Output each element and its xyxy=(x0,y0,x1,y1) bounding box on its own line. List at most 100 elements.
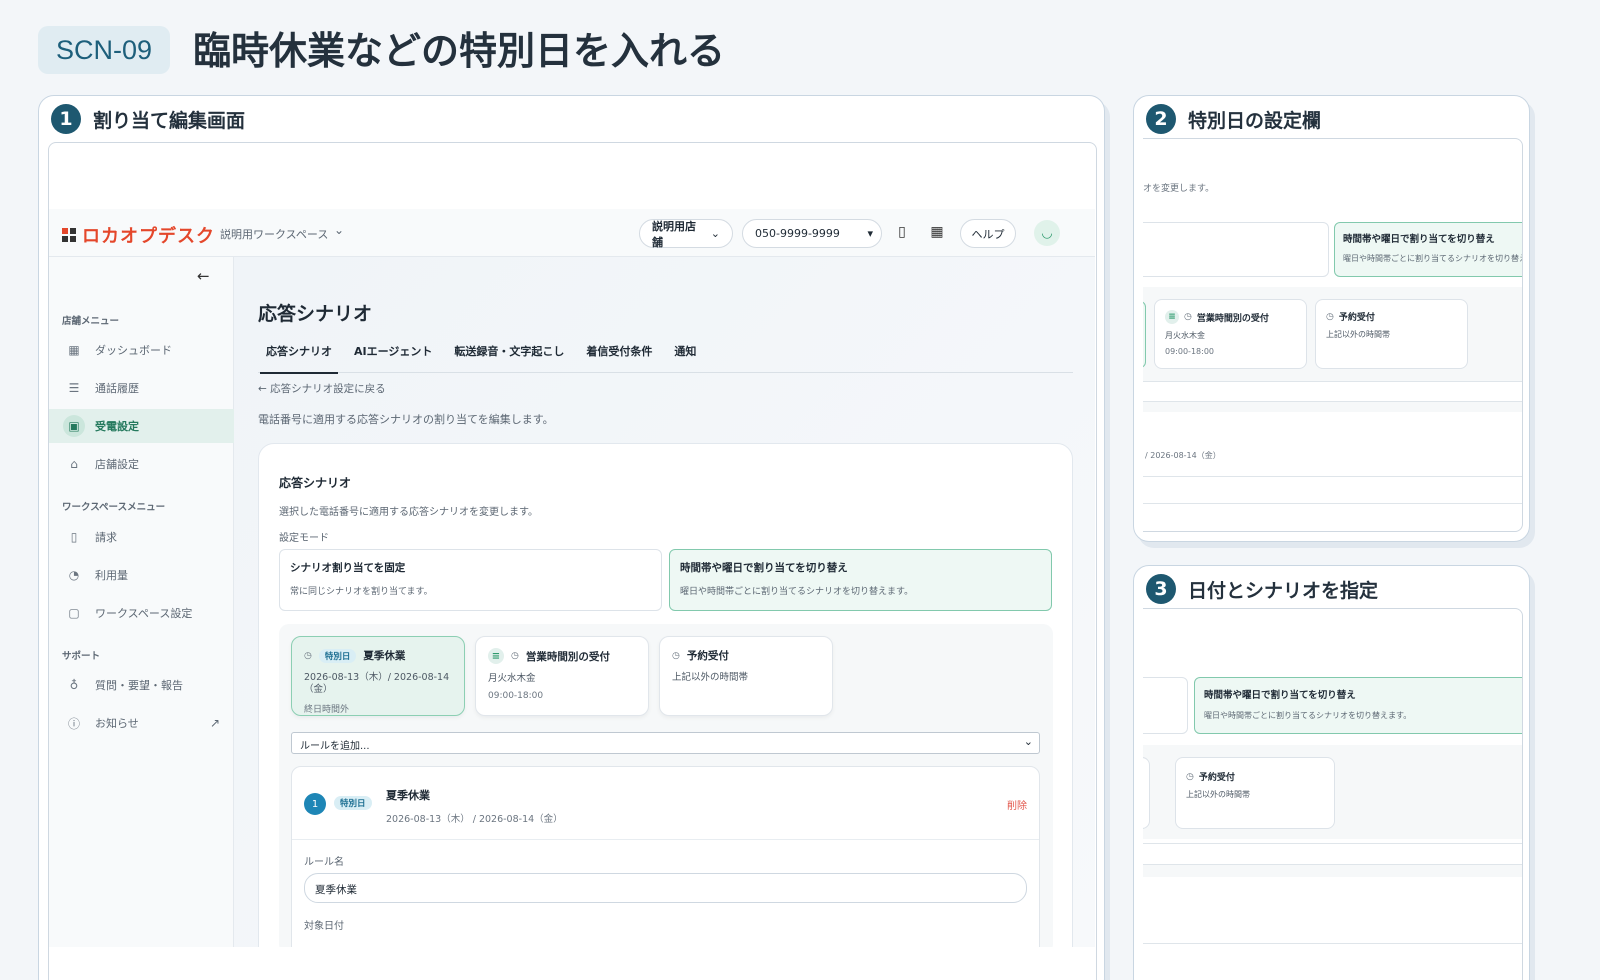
panel-edit-screen: 1 割り当て編集画面 ロカオプデスク 説明用ワークスペース ⌄ 説明用店舗 ⌄ … xyxy=(38,95,1105,980)
workspace-name[interactable]: 説明用ワークスペース xyxy=(220,226,328,242)
mode-title: 時間帯や曜日で割り当てを切り替え xyxy=(680,562,848,574)
rule-card-special-day-edge[interactable] xyxy=(1143,301,1146,368)
chevron-down-icon[interactable]: ⌄ xyxy=(334,223,344,237)
tab-notifications[interactable]: 通知 xyxy=(674,343,696,373)
panel-header: 3 日付とシナリオを指定 xyxy=(1146,574,1378,604)
logo-mark-icon xyxy=(62,228,76,242)
card-title: 応答シナリオ xyxy=(279,476,352,490)
rule-card-special-day[interactable]: ◷ 特別日 夏季休業 2026-08-13（木）/ 2026-08-14（金） … xyxy=(291,636,465,716)
tab-conditions[interactable]: 着信受付条件 xyxy=(586,343,652,373)
drag-handle-icon[interactable]: ≡ xyxy=(488,648,504,664)
special-day-badge: 特別日 xyxy=(318,648,357,663)
rule-title: 予約受付 xyxy=(1198,773,1235,783)
qr-code-icon[interactable]: ▦ xyxy=(928,224,946,242)
drag-handle-icon[interactable]: ≡ xyxy=(1165,310,1179,324)
rule-name-input[interactable]: 夏季休業 xyxy=(304,873,1027,903)
tab-ai-agent[interactable]: AIエージェント xyxy=(354,343,432,373)
divider xyxy=(1143,381,1522,382)
store-icon: ⌂ xyxy=(70,457,78,471)
sidebar-item-store-settings[interactable]: ⌂ 店舗設定 xyxy=(49,447,234,481)
rule-days: 上記以外の時間帯 xyxy=(672,672,749,683)
back-link[interactable]: ← 応答シナリオ設定に戻る xyxy=(258,381,386,396)
panel-header: 2 特別日の設定欄 xyxy=(1146,104,1321,134)
rule-detail-card: 1 特別日 夏季休業 2026-08-13（木） / 2026-08-14（金）… xyxy=(291,766,1040,947)
sidebar-item-news[interactable]: ⓘ お知らせ ↗ xyxy=(49,706,234,740)
robot-icon: ▣ xyxy=(63,415,85,437)
rule-card-business-hours[interactable]: ≡ ◷ 営業時間別の受付 月火水木金 09:00-18:00 xyxy=(475,636,649,716)
info-icon: ⓘ xyxy=(67,716,80,731)
sidebar-item-usage[interactable]: ◔ 利用量 xyxy=(49,558,234,592)
sidebar-item-feedback[interactable]: ♁ 質問・要望・報告 xyxy=(49,668,234,702)
caret-down-icon: ▾ xyxy=(867,227,873,240)
mode-option-fixed[interactable] xyxy=(1143,222,1329,277)
help-button[interactable]: ヘルプ xyxy=(960,219,1016,248)
mode-description: 曜日や時間帯ごとに割り当てるシナリオを切り替えます。 xyxy=(1204,711,1412,720)
chevron-down-icon: ⌄ xyxy=(1023,735,1033,748)
sidebar: ← 店舗メニュー ▦ ダッシュボード ☰ 通話履歴 ▣ 受電設定 ⌂ 店舗設定 … xyxy=(49,257,234,947)
sidebar-item-billing[interactable]: ▯ 請求 xyxy=(49,520,234,554)
rule-card-edge[interactable] xyxy=(1143,757,1150,829)
main-content: 応答シナリオ 応答シナリオ AIエージェント 転送録音・文字起こし 着信受付条件… xyxy=(234,257,1095,947)
panel-header: 1 割り当て編集画面 xyxy=(51,104,245,134)
clipboard-icon[interactable]: ▯ xyxy=(893,224,911,242)
rule-title: 営業時間別の受付 xyxy=(525,650,610,663)
store-select[interactable]: 説明用店舗 ⌄ xyxy=(639,219,733,249)
rule-days: 月火水木金 xyxy=(488,673,536,684)
sidebar-section-store: 店舗メニュー xyxy=(62,316,120,327)
mode-option-switch[interactable]: 時間帯や曜日で割り当てを切り替え 曜日や時間帯ごとに割り当てるシナリオを切り替え… xyxy=(1194,677,1522,734)
sidebar-item-label: 受電設定 xyxy=(95,420,139,433)
sidebar-item-label: 請求 xyxy=(95,531,117,544)
rule-time: 09:00-18:00 xyxy=(488,690,544,701)
mode-option-fixed[interactable]: シナリオ割り当てを固定 常に同じシナリオを割り当てます。 xyxy=(279,549,662,611)
phone-select[interactable]: 050-9999-9999 ▾ xyxy=(742,219,882,248)
special-day-badge: 特別日 xyxy=(334,796,372,810)
tab-scenario[interactable]: 応答シナリオ xyxy=(260,343,338,374)
step-number: 2 xyxy=(1146,104,1176,134)
tab-recording[interactable]: 転送録音・文字起こし xyxy=(454,343,564,373)
sidebar-item-label: 通話履歴 xyxy=(95,382,139,395)
clock-icon: ◷ xyxy=(1186,771,1194,782)
rule-title: 夏季休業 xyxy=(363,650,406,662)
rule-days: 上記以外の時間帯 xyxy=(1186,790,1250,799)
rule-card-reservation[interactable]: ◷ 予約受付 上記以外の時間帯 xyxy=(659,636,833,716)
divider xyxy=(1143,503,1522,504)
mode-option-switch[interactable]: 時間帯や曜日で割り当てを切り替え 曜日や時間帯ごとに割り当てるシナリオを切り替え… xyxy=(669,549,1052,611)
rule-title: 夏季休業 xyxy=(386,789,430,802)
panel-title: 特別日の設定欄 xyxy=(1188,109,1322,132)
chat-bubble-icon: ▢ xyxy=(68,606,80,620)
mode-option-switch[interactable]: 時間帯や曜日で割り当てを切り替え 曜日や時間帯ごとに割り当てるシナリオを切り替え xyxy=(1334,222,1522,277)
divider xyxy=(1143,843,1522,844)
sidebar-item-call-history[interactable]: ☰ 通話履歴 xyxy=(49,371,234,405)
app-logo: ロカオプデスク xyxy=(62,222,215,248)
rule-card-business-hours[interactable]: ≡ ◷ 営業時間別の受付 月火水木金 09:00-18:00 xyxy=(1154,299,1307,369)
sidebar-item-label: お知らせ xyxy=(95,717,139,730)
mode-title: シナリオ割り当てを固定 xyxy=(290,562,406,574)
sidebar-item-reception-settings[interactable]: ▣ 受電設定 xyxy=(49,409,234,443)
mode-title: 時間帯や曜日で割り当てを切り替え xyxy=(1204,690,1356,701)
sidebar-item-label: 利用量 xyxy=(95,569,128,582)
mode-option-fixed[interactable] xyxy=(1143,677,1188,734)
list-icon: ☰ xyxy=(68,381,80,395)
card-description: 選択した電話番号に適用する応答シナリオを変更します。 xyxy=(279,507,538,518)
pie-chart-icon: ◔ xyxy=(68,568,80,582)
sidebar-item-label: ワークスペース設定 xyxy=(95,607,193,620)
sidebar-section-support: サポート xyxy=(62,651,101,662)
user-avatar-icon[interactable]: ◡ xyxy=(1034,220,1060,246)
add-rule-select[interactable]: ルールを追加... ⌄ xyxy=(291,732,1040,754)
rule-title: 営業時間別の受付 xyxy=(1196,313,1269,324)
rule-card-reservation[interactable]: ◷ 予約受付 上記以外の時間帯 xyxy=(1175,757,1335,829)
collapse-arrow-icon[interactable]: ← xyxy=(197,267,210,285)
rule-days: 月火水木金 xyxy=(1165,331,1205,340)
rule-index: 1 xyxy=(304,793,326,815)
rule-card-reservation[interactable]: ◷ 予約受付 上記以外の時間帯 xyxy=(1315,299,1468,369)
sidebar-item-workspace-settings[interactable]: ▢ ワークスペース設定 xyxy=(49,596,234,630)
zoom-frame: オを変更します。 時間帯や曜日で割り当てを切り替え 曜日や時間帯ごとに割り当てる… xyxy=(1143,138,1523,532)
delete-button[interactable]: 削除 xyxy=(1007,797,1027,812)
sidebar-item-label: 質問・要望・報告 xyxy=(95,679,183,692)
band xyxy=(1143,865,1522,877)
store-select-label: 説明用店舗 xyxy=(652,219,696,249)
sidebar-item-dashboard[interactable]: ▦ ダッシュボード xyxy=(49,333,234,367)
rule-date: 2026-08-13（木） / 2026-08-14（金） xyxy=(386,814,563,825)
rule-name-label: ルール名 xyxy=(304,857,344,868)
scenario-card: 応答シナリオ 選択した電話番号に適用する応答シナリオを変更します。 設定モード … xyxy=(258,443,1073,947)
